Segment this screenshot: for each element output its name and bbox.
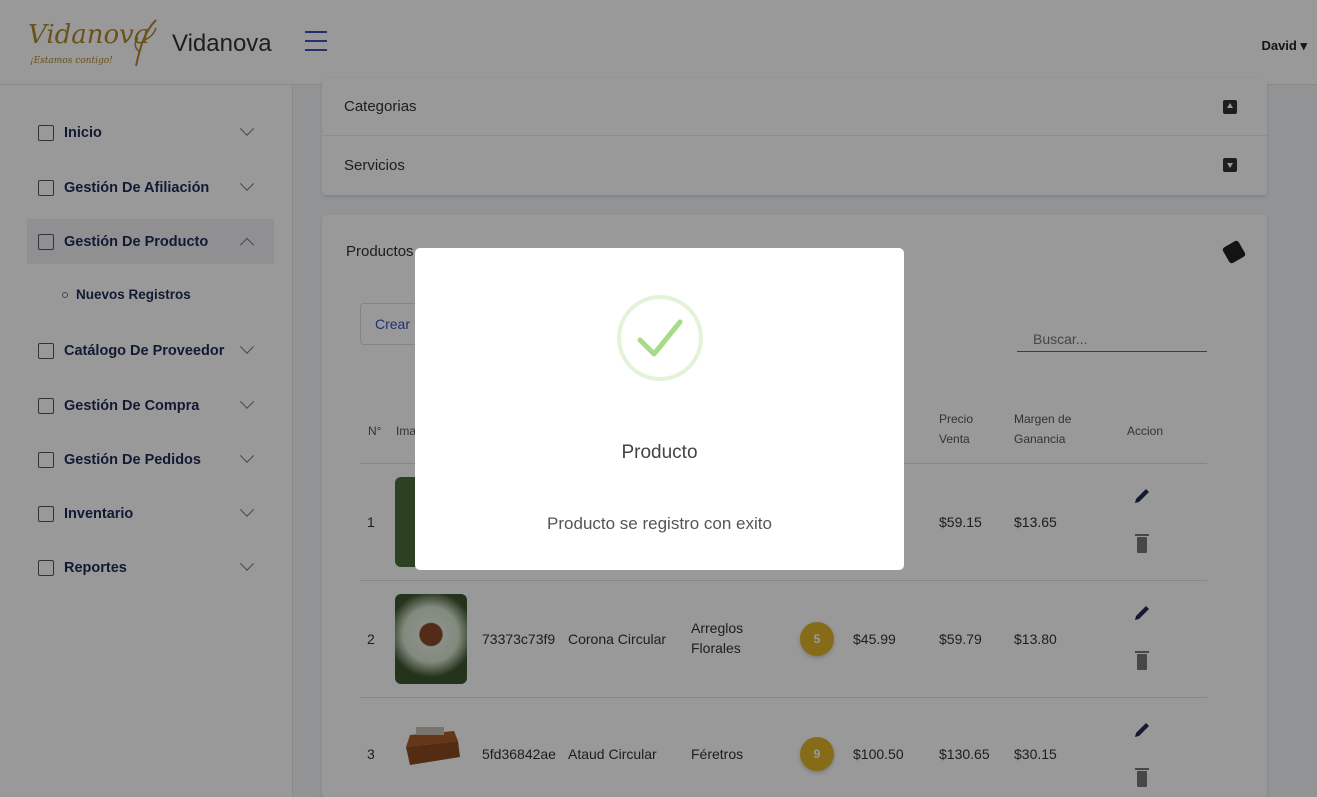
success-check-icon [617,295,703,381]
success-dialog: Producto Producto se registro con exito [415,248,904,570]
dialog-title: Producto [621,442,698,463]
dialog-message: Producto se registro con exito [547,514,772,533]
